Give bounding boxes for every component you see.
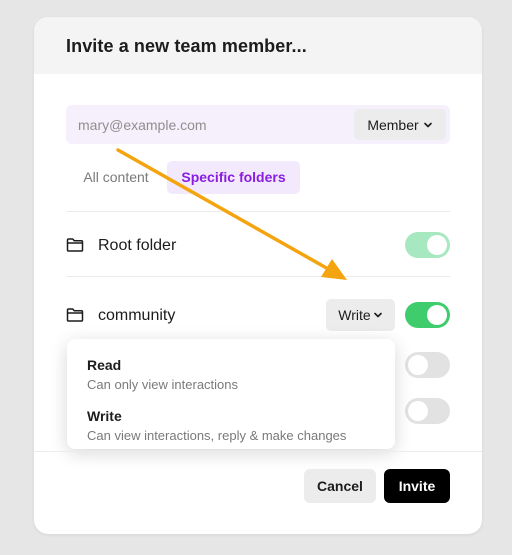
permission-select-label: Write — [338, 307, 371, 323]
invite-modal: Invite a new team member... Member All c… — [34, 17, 482, 534]
folder-name-community: community — [98, 307, 176, 324]
tab-all-content[interactable]: All content — [74, 161, 158, 194]
modal-header: Invite a new team member... — [34, 17, 482, 74]
cancel-button[interactable]: Cancel — [304, 469, 376, 503]
email-input[interactable] — [66, 105, 351, 144]
email-row: Member — [66, 105, 450, 144]
toggle-community[interactable] — [405, 302, 450, 328]
option-title: Read — [87, 357, 122, 373]
divider — [66, 276, 450, 277]
folder-name-root: Root folder — [98, 237, 177, 254]
permission-dropdown-menu: Read Can only view interactions Write Ca… — [67, 339, 395, 449]
tab-specific-folders[interactable]: Specific folders — [167, 161, 300, 194]
folder-icon — [66, 308, 84, 322]
role-select[interactable]: Member — [354, 109, 446, 140]
toggle-folder-4[interactable] — [405, 398, 450, 424]
folder-icon — [66, 238, 84, 252]
toggle-folder-3[interactable] — [405, 352, 450, 378]
invite-button[interactable]: Invite — [384, 469, 450, 503]
toggle-knob — [427, 305, 447, 325]
option-description: Can only view interactions — [87, 377, 239, 392]
toggle-root-folder[interactable] — [405, 232, 450, 258]
permission-option-write[interactable]: Write Can view interactions, reply & mak… — [87, 408, 346, 443]
modal-title: Invite a new team member... — [66, 36, 307, 56]
chevron-down-icon — [373, 312, 382, 318]
chevron-down-icon — [423, 122, 432, 127]
option-title: Write — [87, 408, 122, 424]
toggle-knob — [427, 235, 447, 255]
footer-divider — [34, 451, 482, 452]
toggle-knob — [408, 401, 428, 421]
permission-select[interactable]: Write — [326, 299, 395, 331]
toggle-knob — [408, 355, 428, 375]
divider — [66, 211, 450, 212]
role-select-label: Member — [367, 116, 419, 133]
permission-option-read[interactable]: Read Can only view interactions — [87, 357, 238, 392]
option-description: Can view interactions, reply & make chan… — [87, 428, 347, 443]
